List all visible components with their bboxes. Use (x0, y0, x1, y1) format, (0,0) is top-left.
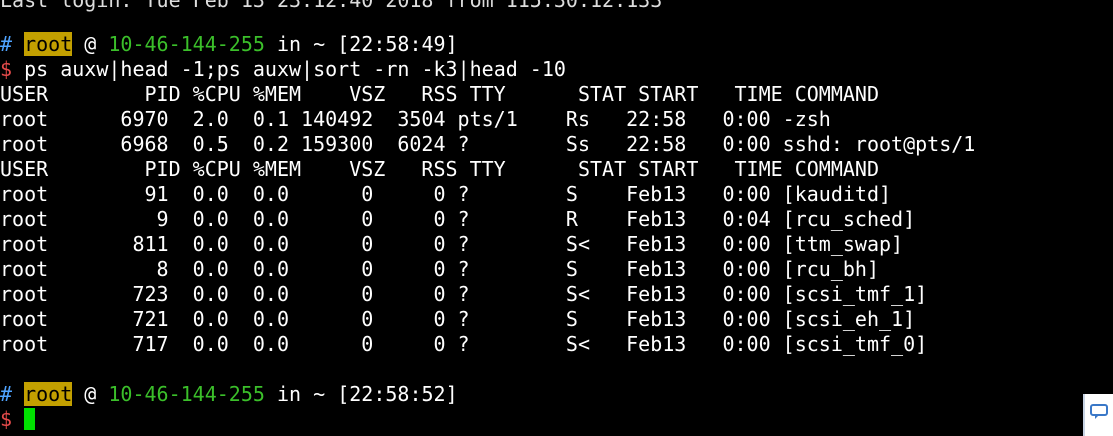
command-line: $ ps auxw|head -1;ps auxw|sort -rn -k3|h… (0, 57, 566, 82)
prompt-dir: ~ (313, 32, 326, 56)
command-text: ps auxw|head -1;ps auxw|sort -rn -k3|hea… (12, 57, 566, 81)
terminal-window[interactable]: Last login: Tue Feb 13 23:12:40 2018 fro… (0, 0, 1113, 436)
prompt-host: 10-46-144-255 (108, 32, 265, 56)
prompt-at: @ (72, 382, 109, 406)
prompt-user: root (24, 382, 73, 406)
partial-top-line: Last login: Tue Feb 13 23:12:40 2018 fro… (0, 0, 663, 12)
output-line: root 811 0.0 0.0 0 0 ? S< Feb13 0:00 [tt… (0, 232, 904, 256)
prompt-time: [22:58:49] (325, 32, 458, 56)
output-line: root 723 0.0 0.0 0 0 ? S< Feb13 0:00 [sc… (0, 282, 928, 306)
prompt-hash: # (0, 382, 13, 406)
prompt-dollar: $ (0, 57, 13, 81)
input-line[interactable]: $ (0, 407, 36, 432)
chat-bubble-icon (1090, 404, 1108, 419)
prompt-in: in (264, 382, 314, 406)
output-line: root 721 0.0 0.0 0 0 ? S Feb13 0:00 [scs… (0, 307, 916, 331)
prompt-line-1: # root @ 10-46-144-255 in ~ [22:58:49] (0, 32, 458, 57)
output-line: root 91 0.0 0.0 0 0 ? S Feb13 0:00 [kaud… (0, 182, 892, 206)
output-line: root 717 0.0 0.0 0 0 ? S< Feb13 0:00 [sc… (0, 332, 928, 356)
prompt-dir: ~ (313, 382, 326, 406)
prompt-time: [22:58:52] (325, 382, 458, 406)
output-line: USER PID %CPU %MEM VSZ RSS TTY STAT STAR… (0, 157, 879, 181)
output-line: root 9 0.0 0.0 0 0 ? R Feb13 0:04 [rcu_s… (0, 207, 916, 231)
prompt-line-2: # root @ 10-46-144-255 in ~ [22:58:52] (0, 382, 458, 407)
prompt-dollar: $ (0, 407, 13, 431)
prompt-hash: # (0, 32, 13, 56)
input-text[interactable] (12, 407, 24, 431)
prompt-in: in (264, 32, 314, 56)
prompt-user: root (24, 32, 73, 56)
output-line: root 6968 0.5 0.2 159300 6024 ? Ss 22:58… (0, 132, 976, 156)
output-line: root 6970 2.0 0.1 140492 3504 pts/1 Rs 2… (0, 107, 831, 131)
prompt-at: @ (72, 32, 109, 56)
terminal-cursor (24, 408, 36, 430)
prompt-host: 10-46-144-255 (108, 382, 265, 406)
output-line: USER PID %CPU %MEM VSZ RSS TTY STAT STAR… (0, 82, 879, 106)
side-chat-widget[interactable] (1083, 394, 1113, 436)
output-line: root 8 0.0 0.0 0 0 ? S Feb13 0:00 [rcu_b… (0, 257, 879, 281)
